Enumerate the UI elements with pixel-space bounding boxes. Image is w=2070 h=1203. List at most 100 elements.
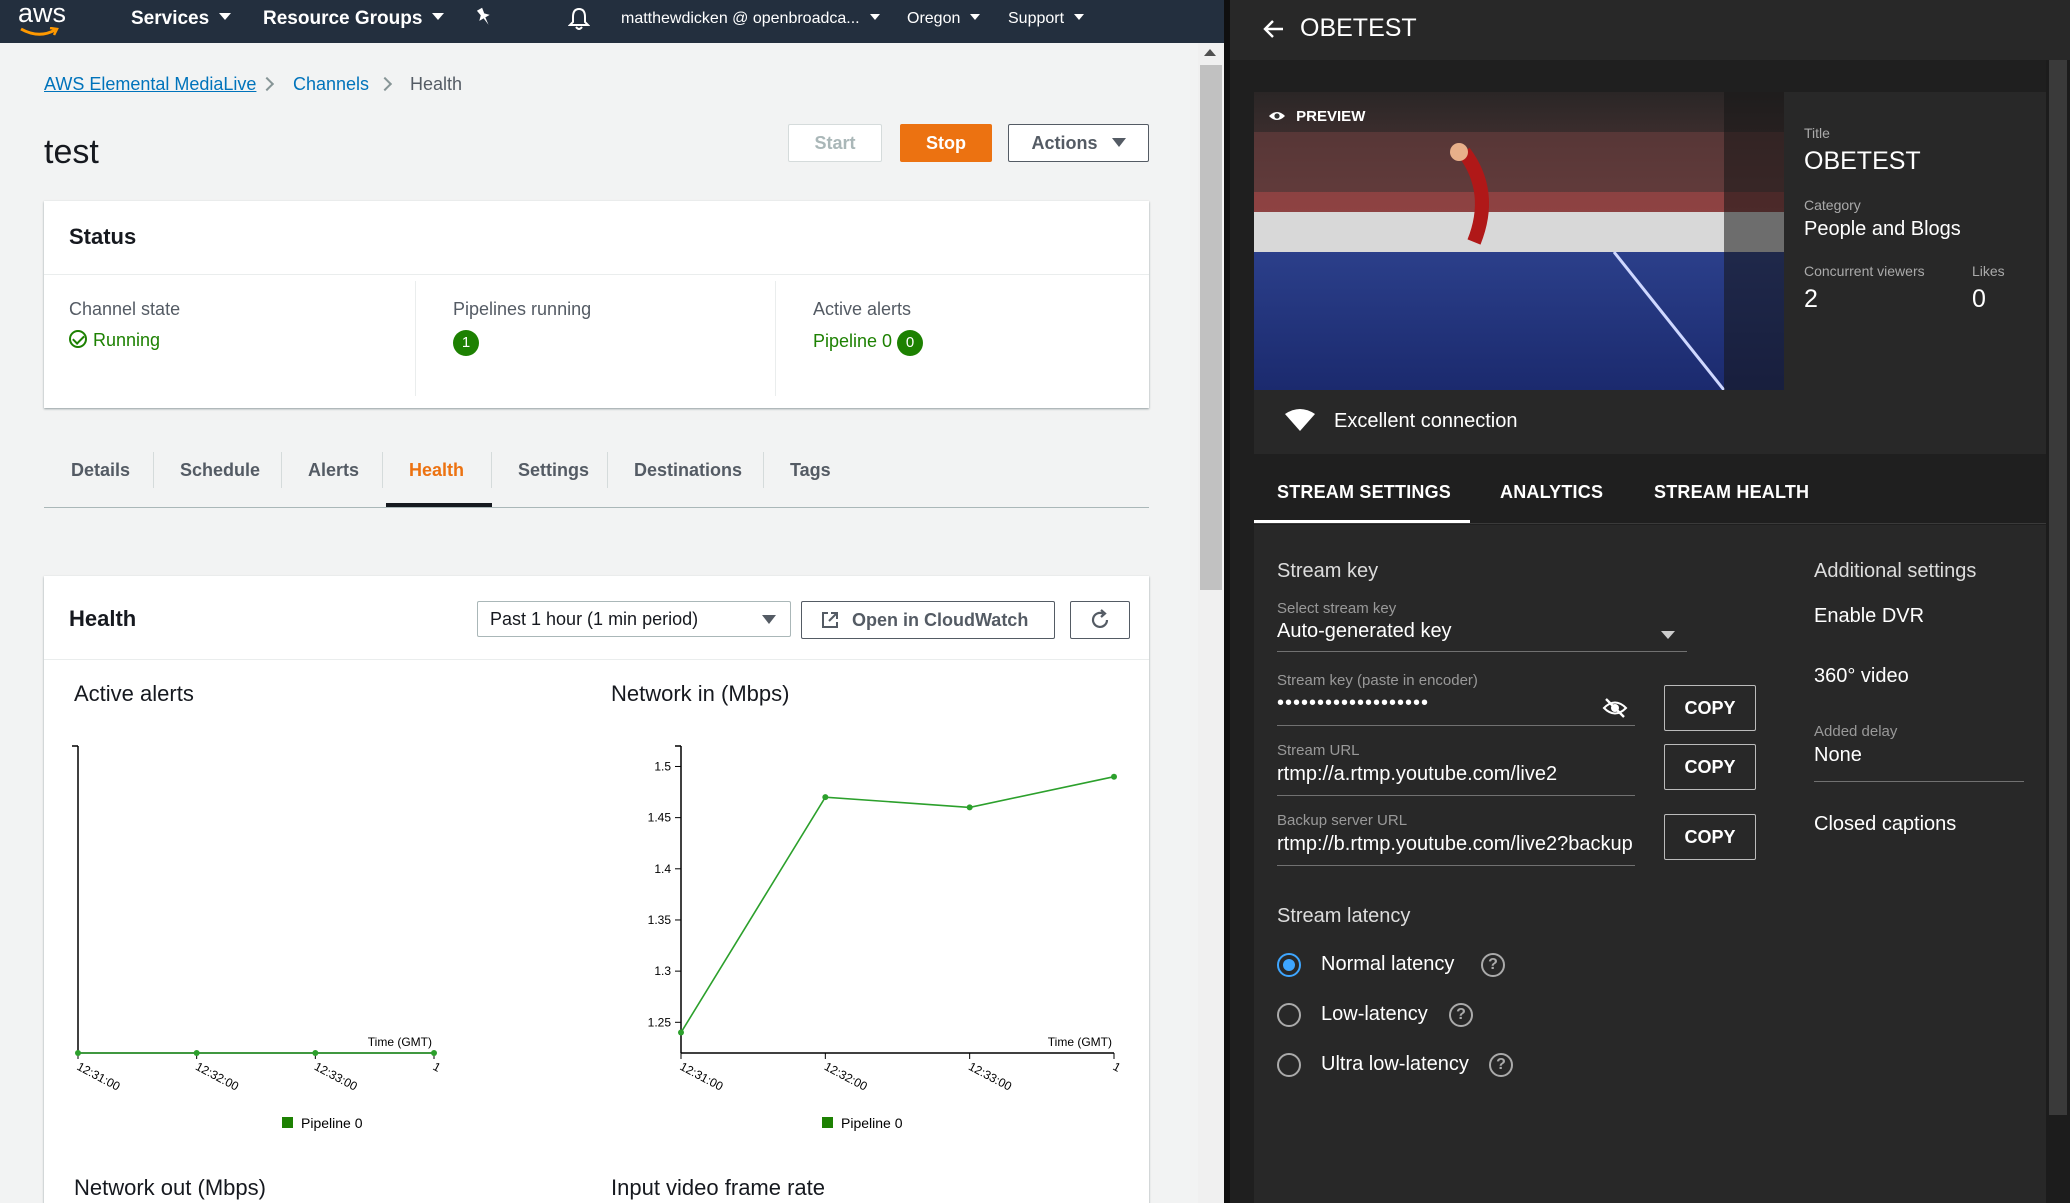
aws-logo[interactable]: aws [18,0,66,37]
stream-preview[interactable]: PREVIEW [1254,92,1784,390]
scroll-up-icon[interactable] [1204,49,1216,56]
refresh-button[interactable] [1070,601,1130,639]
likes-value: 0 [1972,285,1986,313]
tab-alerts[interactable]: Alerts [308,460,359,481]
resource-groups-menu[interactable]: Resource Groups [263,0,445,43]
tab-analytics[interactable]: ANALYTICS [1500,482,1603,503]
y-tick-label: 1.5 [654,759,671,773]
copy-stream-key-button[interactable]: COPY [1664,685,1756,731]
tab-stream-settings[interactable]: STREAM SETTINGS [1277,482,1451,503]
scrollbar-thumb[interactable] [2049,60,2067,1115]
aws-top-nav: aws Services Resource Groups matthewdick… [0,0,1224,43]
pin-icon[interactable] [474,6,494,49]
tab-health[interactable]: Health [409,460,464,481]
x-tick-label: 1 [1111,1059,1124,1075]
aws-scrollbar[interactable] [1198,43,1224,1203]
category-label: Category [1804,197,1861,213]
radio-low-latency[interactable] [1277,1003,1301,1027]
tab-schedule[interactable]: Schedule [180,460,260,481]
chart-title-input-frame-rate: Input video frame rate [611,1175,826,1200]
ultra-low-latency-label[interactable]: Ultra low-latency [1321,1053,1469,1076]
closed-captions-toggle[interactable]: Closed captions [1814,813,1956,836]
time-range-select[interactable]: Past 1 hour (1 min period) [477,601,791,637]
active-alerts-value[interactable]: Pipeline 0 0 [813,330,924,356]
legend-swatch [822,1117,833,1128]
actions-button[interactable]: Actions [1008,124,1149,162]
likes-label: Likes [1972,263,2005,279]
account-menu[interactable]: matthewdicken @ openbroadca... [621,0,880,43]
copy-stream-url-button[interactable]: COPY [1664,744,1756,790]
data-point [822,794,829,801]
help-icon[interactable]: ? [1481,953,1505,977]
normal-latency-label[interactable]: Normal latency [1321,953,1454,976]
support-menu[interactable]: Support [1008,0,1085,43]
tab-destinations[interactable]: Destinations [634,460,742,481]
chevron-down-icon [219,13,232,21]
viewers-value: 2 [1804,285,1818,313]
enable-dvr-toggle[interactable]: Enable DVR [1814,605,1924,628]
page-title: test [44,133,99,171]
chevron-down-icon [869,13,880,20]
data-point [431,1050,437,1056]
tab-stream-health[interactable]: STREAM HEALTH [1654,482,1809,503]
window-divider [1224,0,1230,1203]
copy-backup-url-button[interactable]: COPY [1664,814,1756,860]
services-label: Services [131,8,210,29]
preview-badge: PREVIEW [1268,108,1365,125]
alerts-pipeline-text: Pipeline 0 [813,331,893,351]
breadcrumb-channels[interactable]: Channels [293,74,369,95]
tab-settings[interactable]: Settings [518,460,589,481]
low-latency-label[interactable]: Low-latency [1321,1003,1428,1026]
account-label: matthewdicken @ openbroadca... [621,10,860,27]
breadcrumb-medialive[interactable]: AWS Elemental MediaLive [44,74,256,95]
services-menu[interactable]: Services [131,0,232,43]
help-icon[interactable]: ? [1449,1003,1473,1027]
help-icon[interactable]: ? [1489,1053,1513,1077]
stream-url-label: Stream URL [1277,742,1360,759]
tab-divider [763,452,764,488]
viewers-label: Concurrent viewers [1804,263,1925,279]
data-point [1111,773,1117,780]
chevron-down-icon [432,13,445,21]
video-360-toggle[interactable]: 360° video [1814,665,1909,688]
start-button[interactable]: Start [788,124,882,162]
youtube-live-panel: OBETEST PREVIEW Title OBETEST Category P… [1224,0,2070,1203]
visibility-off-icon[interactable] [1602,697,1628,719]
pipelines-label: Pipelines running [453,299,592,319]
added-delay-select[interactable]: None [1814,744,1862,767]
open-cloudwatch-button[interactable]: Open in CloudWatch [801,601,1055,639]
x-tick-label: 12:33:00 [312,1059,360,1093]
stream-key-label: Stream key (paste in encoder) [1277,672,1478,689]
external-link-icon [822,612,838,628]
y-tick-label: 1.3 [654,964,671,978]
title-value: OBETEST [1804,147,1921,175]
radio-ultra-low-latency[interactable] [1277,1053,1301,1077]
yt-scrollbar[interactable] [2046,60,2070,1203]
stream-key-field[interactable]: ••••••••••••••••••• [1277,692,1537,715]
region-menu[interactable]: Oregon [907,0,981,43]
data-point [678,1029,684,1036]
tab-details[interactable]: Details [71,460,130,481]
back-arrow-icon[interactable] [1262,17,1286,41]
bell-icon[interactable] [567,7,591,50]
legend-label: Pipeline 0 [301,1115,363,1131]
wifi-icon [1285,409,1315,431]
stop-button[interactable]: Stop [900,124,992,162]
stream-latency-heading: Stream latency [1277,905,1411,927]
scrollbar-thumb[interactable] [1200,65,1222,590]
y-tick-label: 1.35 [648,913,672,927]
preview-label: PREVIEW [1296,108,1366,125]
stream-url-field[interactable]: rtmp://a.rtmp.youtube.com/live2 [1277,763,1635,786]
category-value: People and Blogs [1804,218,1961,240]
radio-normal-latency[interactable] [1277,953,1301,977]
backup-url-field[interactable]: rtmp://b.rtmp.youtube.com/live2?backup [1277,833,1635,856]
chevron-right-icon [259,76,275,92]
tab-tags[interactable]: Tags [790,460,831,481]
chevron-down-icon [1074,13,1085,20]
underline [1814,781,2024,782]
breadcrumb-health: Health [410,74,463,94]
chart-title-network-out: Network out (Mbps) [74,1175,266,1200]
dropdown-arrow-icon[interactable] [1661,631,1675,639]
stream-key-select[interactable]: Auto-generated key [1277,620,1707,643]
actions-label: Actions [1031,133,1098,153]
